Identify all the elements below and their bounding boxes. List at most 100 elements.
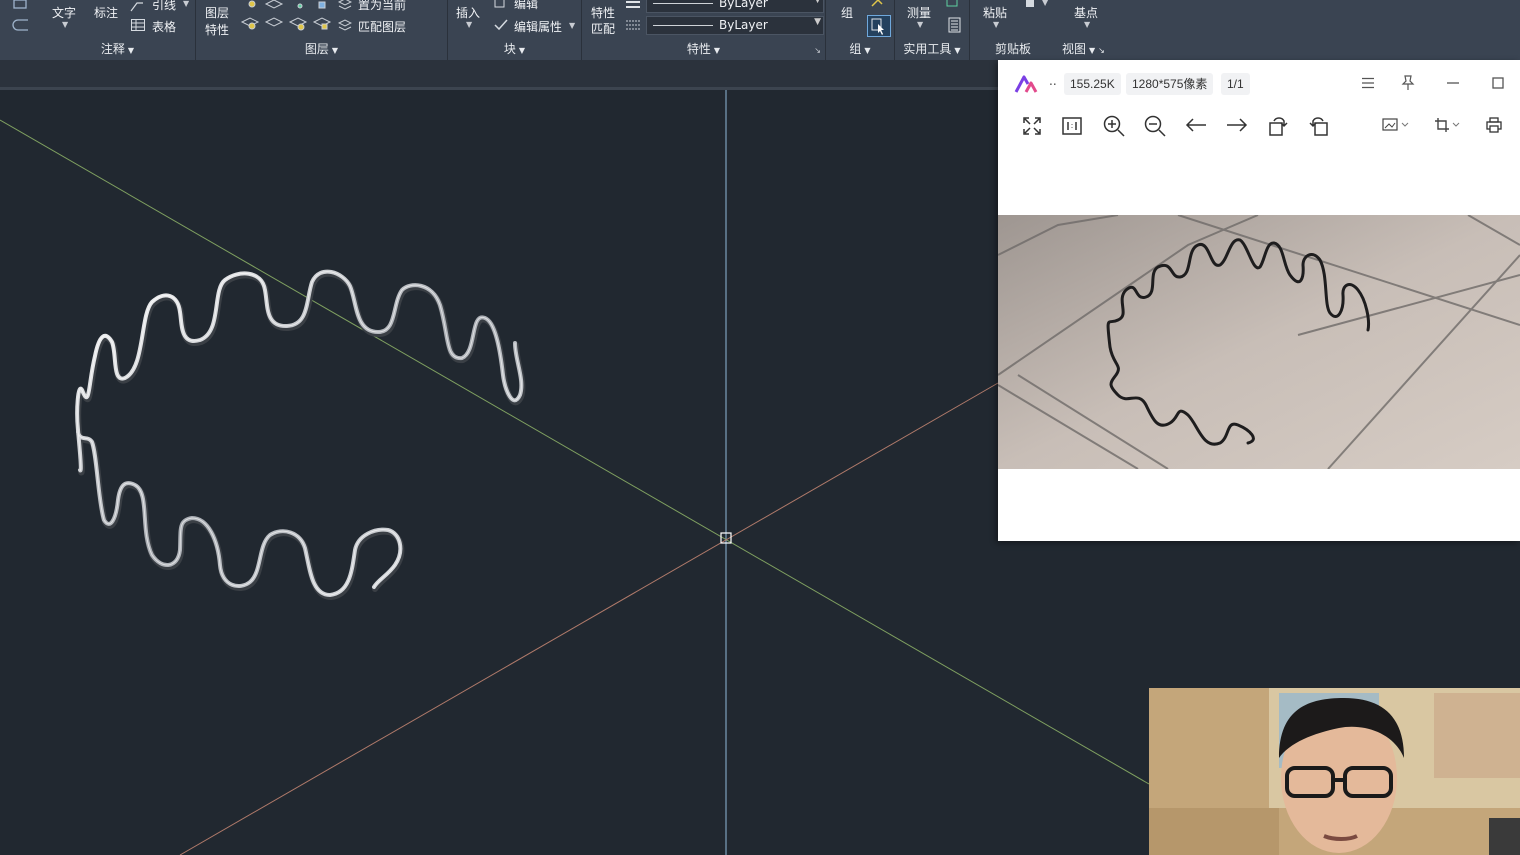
panel-title-groups[interactable]: 组 ▼ [826, 40, 894, 57]
viewer-titlebar[interactable]: .. 155.25K 1280*575像素 1/1 [998, 60, 1520, 106]
base-point-button[interactable]: 基点 [1074, 4, 1098, 21]
previous-icon[interactable] [1185, 117, 1207, 133]
panel-launcher-icon[interactable]: ↘ [1098, 46, 1105, 55]
panel-layers: 图层 特性 置为当前 匹配图层 图层 ▼ [196, 0, 448, 60]
panel-title-view[interactable]: 视图 ▼ ↘ [1062, 40, 1117, 57]
set-current-button[interactable]: 置为当前 [358, 0, 406, 13]
linetype-dropdown-top[interactable]: ByLayer ▼ [646, 0, 824, 13]
viewer-logo-icon [1014, 75, 1038, 93]
panel-title-annotation[interactable]: 注释 ▼ [40, 40, 195, 57]
ribbon-left-icons[interactable] [8, 0, 34, 40]
paste-button[interactable]: 粘贴 [983, 4, 1007, 21]
panel-title-utilities-label: 实用工具 [903, 42, 952, 56]
layer-tool-icons[interactable] [240, 0, 340, 36]
panel-title-clipboard-label: 剪贴板 [994, 42, 1031, 56]
zoom-in-icon[interactable] [1103, 115, 1125, 137]
chevron-down-icon: ▼ [814, 17, 821, 27]
group-button[interactable]: 组 [841, 4, 853, 21]
copy-icon[interactable] [1024, 0, 1038, 9]
viewer-toolbar [998, 108, 1520, 144]
match-properties-label-1[interactable]: 特性 [591, 4, 615, 21]
leader-button[interactable]: 引线 [152, 0, 176, 13]
leader-dropdown-arrow[interactable]: ▼ [183, 0, 189, 8]
panel-title-layers-label: 图层 [304, 42, 329, 56]
zoom-out-icon[interactable] [1144, 115, 1166, 137]
spring-photo [998, 215, 1520, 469]
panel-annotation: 文字 ▼ 标注 引线 ▼ 表格 注释 ▼ [40, 0, 196, 60]
line-preview [653, 3, 713, 4]
copy-dropdown-arrow[interactable]: ▼ [1042, 0, 1048, 7]
zigzag-spring-model[interactable] [75, 269, 526, 600]
insert-button[interactable]: 插入 [456, 4, 480, 21]
ucs-axis-red [179, 382, 999, 855]
minimize-icon[interactable] [1447, 82, 1459, 84]
base-point-dropdown-arrow[interactable]: ▼ [1084, 20, 1090, 29]
rotate-left-icon[interactable] [1268, 115, 1288, 137]
image-viewer-window: .. 155.25K 1280*575像素 1/1 [998, 60, 1520, 541]
panel-title-properties[interactable]: 特性 ▼ [582, 40, 825, 57]
group-select-button[interactable] [867, 15, 891, 37]
layer-properties-label-2[interactable]: 特性 [205, 21, 229, 38]
dimension-button[interactable]: 标注 [94, 4, 118, 21]
chevron-down-icon: ▼ [518, 46, 526, 55]
table-icon[interactable] [131, 19, 145, 31]
paste-dropdown-arrow[interactable]: ▼ [993, 20, 999, 29]
panel-launcher-icon[interactable]: ↘ [814, 46, 821, 55]
insert-dropdown-arrow[interactable]: ▼ [466, 20, 472, 29]
measure-button[interactable]: 测量 [907, 4, 931, 21]
group-edit-icon[interactable] [870, 0, 886, 10]
text-dropdown-arrow[interactable]: ▼ [62, 20, 68, 29]
webcam-overlay [1149, 688, 1520, 855]
linetype-icon[interactable] [626, 19, 640, 31]
maximize-icon[interactable] [1492, 77, 1504, 89]
edit-image-icon[interactable] [1382, 117, 1410, 133]
layer-properties-label-1[interactable]: 图层 [205, 4, 229, 21]
fullscreen-icon[interactable] [1022, 116, 1042, 136]
match-layer-button[interactable]: 匹配图层 [358, 18, 406, 35]
pin-icon[interactable] [1401, 75, 1415, 91]
panel-groups: 组 组 ▼ [826, 0, 895, 60]
edit-attributes-icon[interactable] [494, 19, 508, 31]
chevron-down-icon: ▼ [954, 46, 961, 55]
page-chip: 1/1 [1221, 73, 1250, 95]
table-button[interactable]: 表格 [152, 18, 176, 35]
next-icon[interactable] [1226, 117, 1248, 133]
set-current-icon[interactable] [338, 0, 352, 10]
panel-title-block-label: 块 [503, 42, 516, 56]
leader-icon[interactable] [130, 0, 144, 12]
select-filter-icon[interactable] [946, 0, 962, 10]
panel-title-layers[interactable]: 图层 ▼ [196, 40, 447, 57]
presenter-video [1149, 688, 1520, 855]
chevron-down-icon: ▼ [331, 46, 339, 55]
match-properties-label-2[interactable]: 匹配 [591, 20, 615, 37]
linetype-dropdown-bottom-value: ByLayer [719, 18, 768, 32]
chevron-down-icon: ▼ [127, 46, 135, 55]
print-icon[interactable] [1486, 117, 1502, 133]
rotate-right-icon[interactable] [1309, 115, 1329, 137]
measure-dropdown-arrow[interactable]: ▼ [917, 20, 923, 29]
panel-view: 基点 ▼ 视图 ▼ ↘ [1057, 0, 1117, 60]
actual-size-icon[interactable] [1062, 116, 1082, 136]
chevron-down-icon: ▼ [864, 46, 871, 55]
nav-dots[interactable]: .. [1049, 74, 1057, 88]
block-edit-button[interactable]: 编辑 [514, 0, 538, 12]
menu-icon[interactable] [1361, 77, 1375, 89]
crop-icon[interactable] [1434, 117, 1462, 133]
edit-attributes-dropdown-arrow[interactable]: ▼ [569, 21, 575, 30]
panel-title-view-label: 视图 [1062, 42, 1087, 56]
cursor-select-icon [871, 18, 884, 35]
panel-title-block[interactable]: 块 ▼ [448, 40, 581, 57]
chevron-down-icon: ▼ [1089, 46, 1096, 55]
file-size-chip: 155.25K [1064, 73, 1121, 95]
block-edit-icon[interactable] [494, 0, 508, 9]
lineweight-icon[interactable] [626, 0, 640, 12]
quick-tool-icon [12, 0, 28, 31]
match-layer-icon[interactable] [338, 19, 352, 31]
linetype-dropdown-bottom[interactable]: ByLayer ▼ [646, 16, 824, 35]
panel-title-utilities[interactable]: 实用工具 ▼ [895, 40, 969, 57]
panel-title-annotation-label: 注释 [100, 42, 125, 56]
calculator-icon[interactable] [948, 17, 962, 33]
edit-attributes-button[interactable]: 编辑属性 [514, 18, 562, 35]
linetype-dropdown-top-value: ByLayer [719, 0, 768, 10]
text-button[interactable]: 文字 [52, 4, 76, 21]
